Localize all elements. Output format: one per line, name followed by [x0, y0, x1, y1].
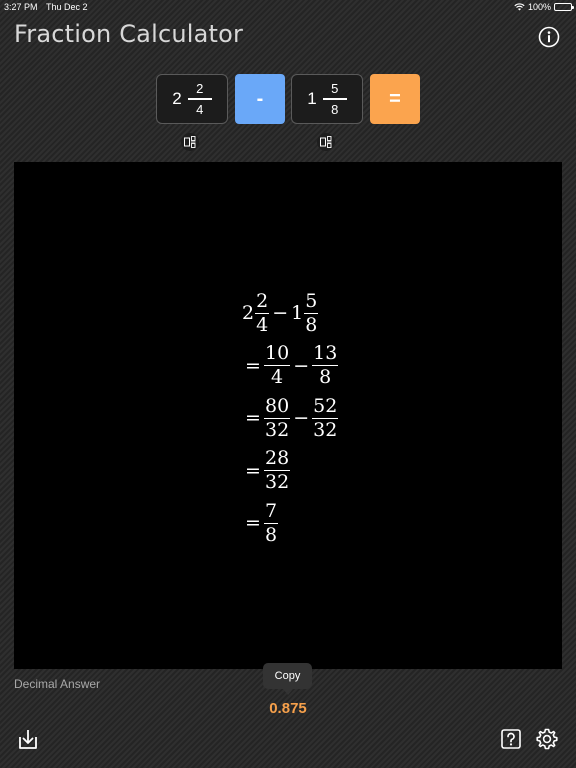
- step-denominator: 8: [265, 523, 278, 546]
- step-numerator: 80: [265, 394, 290, 417]
- first-operand-numerator: 2: [196, 81, 204, 97]
- first-operand-whole: 2: [172, 89, 182, 108]
- app-title: Fraction Calculator: [14, 20, 244, 48]
- status-bar: 3:27 PM Thu Dec 2 100%: [0, 0, 576, 14]
- step-fraction: 80 32: [264, 394, 291, 441]
- status-time: 3:27 PM: [4, 2, 38, 12]
- first-mixed-fraction-toggle[interactable]: [181, 133, 199, 151]
- step-numerator: 2: [256, 289, 269, 312]
- step-equals: =: [245, 354, 261, 377]
- mixed-fraction-icon: [184, 136, 196, 148]
- solution-step-4: = 28 32: [242, 445, 402, 498]
- mixed-fraction-icon: [320, 136, 332, 148]
- second-operand-field[interactable]: 1 5 8: [291, 74, 363, 124]
- step-numerator: 5: [305, 289, 318, 312]
- solution-steps: 2 24 − 1 58 = 10 4 − 13 8 = 80 32 − 52 3…: [242, 287, 402, 550]
- help-icon[interactable]: [499, 727, 523, 751]
- step-denominator: 32: [313, 418, 338, 441]
- second-operand-denominator: 8: [331, 101, 339, 117]
- step-denominator: 8: [305, 313, 318, 336]
- solution-panel: 2 24 − 1 58 = 10 4 − 13 8 = 80 32 − 52 3…: [14, 162, 562, 669]
- gear-icon[interactable]: [535, 727, 559, 751]
- second-operand-numerator: 5: [331, 81, 339, 97]
- step-fraction: 78: [264, 499, 279, 546]
- download-icon[interactable]: [16, 727, 40, 751]
- decimal-answer-value[interactable]: 0.875: [0, 700, 576, 717]
- status-indicators: 100%: [514, 2, 574, 12]
- step-equals: =: [245, 512, 261, 535]
- operator-button[interactable]: -: [235, 74, 285, 124]
- step-denominator: 8: [319, 366, 332, 389]
- step-numerator: 52: [313, 394, 338, 417]
- first-operand-fraction: 2 4: [187, 81, 212, 117]
- step-fraction: 52 32: [312, 394, 339, 441]
- battery-icon: [554, 3, 574, 11]
- solution-step-3: = 80 32 − 52 32: [242, 392, 402, 445]
- step-denominator: 32: [265, 418, 290, 441]
- step-denominator: 32: [265, 471, 290, 494]
- battery-percent: 100%: [527, 2, 551, 12]
- step-numerator: 13: [313, 342, 338, 365]
- info-icon[interactable]: [538, 26, 560, 48]
- step-fraction: 24: [255, 289, 270, 336]
- step-fraction: 58: [304, 289, 319, 336]
- step-fraction: 13 8: [312, 342, 339, 389]
- solution-step-1: 2 24 − 1 58: [242, 287, 402, 340]
- step-operator: −: [272, 302, 289, 325]
- first-operand-denominator: 4: [196, 101, 204, 117]
- copy-button[interactable]: Copy: [263, 663, 312, 695]
- step-denominator: 4: [256, 313, 269, 336]
- second-operand-whole: 1: [307, 89, 317, 108]
- step-fraction: 28 32: [264, 447, 291, 494]
- step-operator: −: [293, 354, 310, 377]
- solution-step-2: = 10 4 − 13 8: [242, 340, 402, 393]
- step-equals: =: [245, 459, 261, 482]
- step-operator: −: [293, 407, 310, 430]
- first-operand-field[interactable]: 2 2 4: [156, 74, 228, 124]
- step-whole: 2: [242, 302, 255, 325]
- equals-button[interactable]: =: [370, 74, 420, 124]
- decimal-answer-label: Decimal Answer: [14, 677, 101, 691]
- step-fraction: 10 4: [264, 342, 291, 389]
- step-numerator: 28: [265, 447, 290, 470]
- status-date: Thu Dec 2: [46, 2, 88, 12]
- wifi-icon: [514, 3, 525, 11]
- step-numerator: 7: [265, 499, 278, 522]
- second-mixed-fraction-toggle[interactable]: [317, 133, 335, 151]
- step-numerator: 10: [265, 342, 290, 365]
- solution-step-5: = 78: [242, 497, 402, 550]
- step-whole: 1: [291, 302, 304, 325]
- step-denominator: 4: [271, 366, 284, 389]
- step-equals: =: [245, 407, 261, 430]
- second-operand-fraction: 5 8: [322, 81, 347, 117]
